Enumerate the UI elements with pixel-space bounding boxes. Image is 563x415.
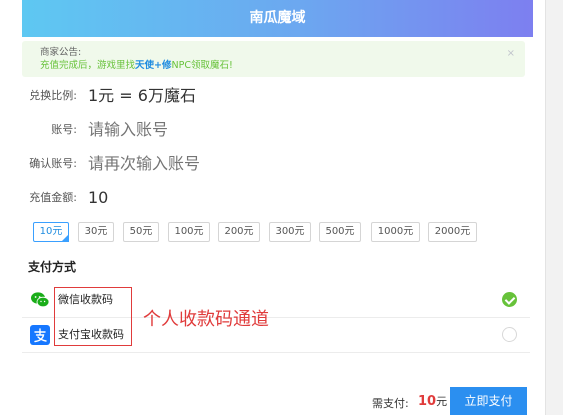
amount-due-value: 10元 (418, 394, 448, 409)
notice-highlight: 天使+修 (135, 60, 172, 71)
amount-option-200[interactable]: 200元 (218, 222, 260, 242)
amount-option-1000[interactable]: 1000元 (371, 222, 420, 242)
page-scroll-edge (545, 0, 563, 415)
close-icon[interactable]: × (507, 47, 515, 60)
account-label: 账号: (51, 123, 77, 136)
account-input[interactable] (88, 113, 518, 147)
amount-label: 充值金额: (29, 191, 77, 204)
amount-option-2000[interactable]: 2000元 (428, 222, 477, 242)
amount-option-100[interactable]: 100元 (168, 222, 210, 242)
amount-option-50[interactable]: 50元 (123, 222, 159, 242)
wechat-radio[interactable] (502, 292, 517, 307)
amount-input[interactable]: 10 (88, 181, 108, 215)
payment-method-title: 支付方式 (28, 260, 77, 274)
account-row: 账号: (0, 113, 545, 147)
confirm-account-label: 确认账号: (29, 157, 77, 170)
payment-divider (22, 352, 530, 353)
exchange-rate-row: 兑换比例: 1元 = 6万魔石 (0, 79, 545, 113)
amount-option-30[interactable]: 30元 (78, 222, 114, 242)
amount-option-500[interactable]: 500元 (319, 222, 361, 242)
rate-label: 兑换比例: (29, 89, 77, 102)
rate-value: 1元 = 6万魔石 (88, 86, 196, 105)
notice-text: 充值完成后，游戏里找天使+修NPC领取魔石! (40, 60, 233, 71)
alipay-icon (30, 325, 50, 345)
page-title: 南瓜魔域 (22, 0, 533, 37)
alipay-radio[interactable] (502, 327, 517, 342)
confirm-account-input[interactable] (88, 147, 518, 181)
annotation-text: 个人收款码通道 (143, 309, 269, 330)
pay-now-button[interactable]: 立即支付 (450, 387, 527, 415)
confirm-account-row: 确认账号: (0, 147, 545, 181)
amount-option-300[interactable]: 300元 (269, 222, 311, 242)
amount-option-10[interactable]: 10元 (33, 222, 69, 242)
amount-row: 充值金额: 10 (0, 181, 545, 215)
wechat-icon (30, 290, 50, 310)
notice-title: 商家公告: (40, 47, 82, 58)
merchant-notice: 商家公告: 充值完成后，游戏里找天使+修NPC领取魔石! × (22, 41, 525, 77)
amount-due-label: 需支付: (372, 397, 409, 410)
annotation-highlight-box (54, 287, 132, 346)
